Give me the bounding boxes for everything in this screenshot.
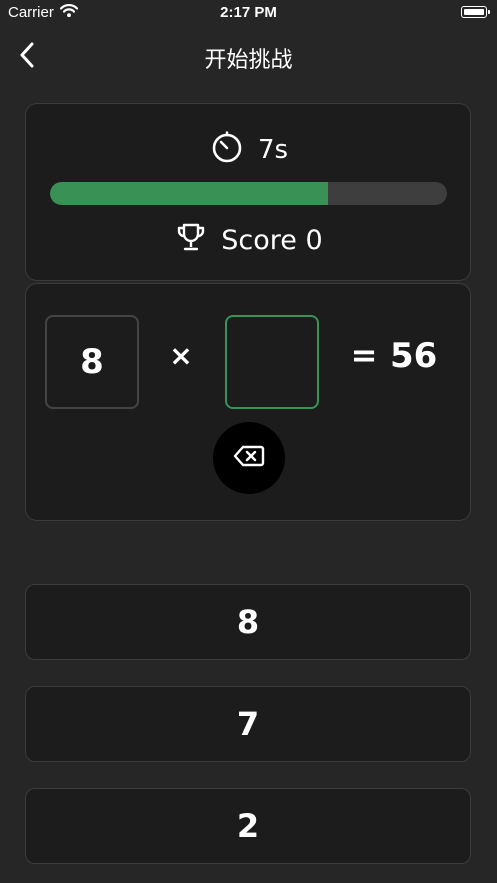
time-progress-bar: [50, 182, 447, 205]
answer-option-button[interactable]: 7: [25, 686, 471, 762]
left-operand-box: 8: [45, 315, 139, 409]
timer-row: 7s: [26, 130, 472, 171]
answer-input-box[interactable]: [225, 315, 319, 409]
status-card: 7s Score 0: [25, 103, 471, 281]
navigation-bar: 开始挑战: [0, 30, 497, 86]
equals-sign: =: [350, 336, 378, 374]
trophy-icon: [175, 221, 207, 260]
answer-option-button[interactable]: 8: [25, 584, 471, 660]
clock-time: 2:17 PM: [220, 4, 277, 21]
status-bar: Carrier 2:17 PM: [0, 0, 497, 26]
score-row: Score 0: [26, 220, 472, 260]
delete-backspace-icon: [233, 444, 265, 472]
timer-label: 7s: [257, 135, 289, 165]
delete-button[interactable]: [213, 422, 285, 494]
battery-icon: [461, 6, 490, 18]
answer-option-button[interactable]: 2: [25, 788, 471, 864]
time-progress-fill: [50, 182, 328, 205]
multiply-operator: ×: [169, 339, 193, 372]
equation-card: 8 × = 56: [25, 283, 471, 521]
page-title: 开始挑战: [204, 48, 293, 73]
result-value: 56: [390, 336, 438, 376]
timer-icon: [210, 130, 244, 171]
score-label: Score 0: [221, 224, 323, 256]
